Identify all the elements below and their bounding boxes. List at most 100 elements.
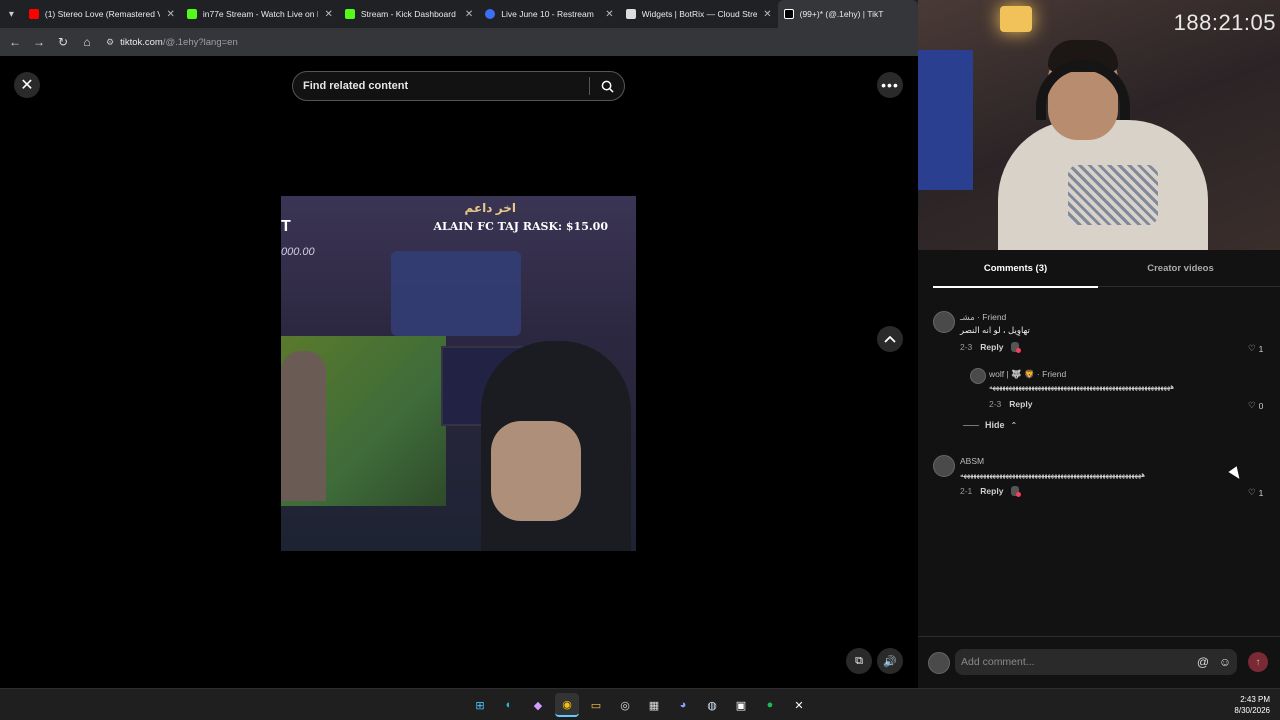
search-icon[interactable] <box>590 80 624 93</box>
discord-icon[interactable]: ◕ <box>671 693 695 717</box>
browser-tab-restream[interactable]: Live June 10 - Restream ✕ <box>479 0 619 28</box>
like-count[interactable]: ♡ 0 <box>1248 400 1263 411</box>
comment-date: 2-3 <box>960 342 973 352</box>
related-search-box[interactable]: Find related content <box>292 71 625 101</box>
mention-icon[interactable]: @ <box>1195 654 1211 670</box>
webcam-overlay: 188:21:05 <box>918 0 1280 250</box>
like-number: 1 <box>1258 487 1264 498</box>
comment-composer: Add comment... @ ☺ ↑ <box>918 636 1280 688</box>
tab-creator-videos[interactable]: Creator videos <box>1098 250 1263 287</box>
mini-player-button[interactable]: ⧉ <box>846 648 872 674</box>
reply-button[interactable]: Reply <box>1009 399 1032 409</box>
like-number: 1 <box>1258 343 1264 354</box>
previous-video-button[interactable] <box>877 326 903 352</box>
capcut-x-icon[interactable]: ✕ <box>787 693 811 717</box>
browser-tab-tiktok[interactable]: (99+)* (@.1ehy) | TikT <box>777 0 918 28</box>
tab-close-icon[interactable]: ✕ <box>465 9 473 20</box>
emoji-icon[interactable]: ☺ <box>1217 654 1233 670</box>
webcam-lamp <box>1000 6 1032 32</box>
system-clock[interactable]: 2:43 PM 8/30/2026 <box>1234 694 1270 716</box>
reply-button[interactable]: Reply <box>980 486 1003 496</box>
avatar <box>928 652 950 674</box>
comment-text: هههههههههههههههههههههههههههههههههههههههه… <box>989 384 1174 391</box>
video-jersey <box>391 251 521 336</box>
tab-title: (1) Stereo Love (Remastered Ve <box>44 9 161 19</box>
like-count[interactable]: ♡ 1 <box>1248 487 1263 498</box>
hide-replies-button[interactable]: Hide ⌃ <box>963 420 1017 430</box>
search-input[interactable]: Find related content <box>303 80 589 92</box>
tab-close-icon[interactable]: ✕ <box>324 9 332 20</box>
more-options-button[interactable]: ••• <box>877 72 903 98</box>
apps-icon[interactable]: ◆ <box>526 693 550 717</box>
site-info-icon[interactable]: ⚙ <box>106 37 114 48</box>
video-person-left <box>281 351 326 501</box>
spotify-icon[interactable]: ● <box>758 693 782 717</box>
forward-arrow-icon[interactable]: → <box>30 33 48 51</box>
home-icon[interactable]: ⌂ <box>78 33 96 51</box>
volume-button[interactable]: 🔊 <box>877 648 903 674</box>
speaker-icon: 🔊 <box>883 655 897 668</box>
browser-tab-strip: ▾ (1) Stereo Love (Remastered Ve ✕ in77e… <box>0 0 918 28</box>
browser-tab-kick-dashboard[interactable]: Stream - Kick Dashboard ✕ <box>339 0 479 28</box>
avatar[interactable] <box>970 368 986 384</box>
restream-favicon-icon <box>485 9 496 19</box>
heart-icon: ♡ <box>1248 400 1256 410</box>
tab-close-icon[interactable]: ✕ <box>763 9 771 20</box>
stream-timer: 188:21:05 <box>1173 10 1276 35</box>
tab-search-chevron-icon[interactable]: ▾ <box>0 0 23 28</box>
tab-close-icon[interactable]: ✕ <box>166 9 174 20</box>
post-comment-button[interactable]: ↑ <box>1248 652 1268 672</box>
video-player[interactable]: اخر داعم ALAIN FC TAJ RASK: $15.00 T 000… <box>281 56 636 688</box>
address-bar-row: ← → ↻ ⌂ ⚙ tiktok.com/@.1ehy?lang=en <box>0 28 918 56</box>
browser-tab-kick-stream[interactable]: in77e Stream - Watch Live on K ✕ <box>181 0 339 28</box>
close-icon: ✕ <box>20 77 34 94</box>
windows-start-icon[interactable]: ⊞ <box>468 693 492 717</box>
arrow-up-icon: ↑ <box>1255 656 1261 668</box>
like-number: 0 <box>1258 400 1264 411</box>
video-left-amount: 000.00 <box>281 246 315 258</box>
url-field[interactable]: ⚙ tiktok.com/@.1ehy?lang=en <box>106 31 886 53</box>
close-video-button[interactable]: ✕ <box>14 72 40 98</box>
browser-tab-youtube[interactable]: (1) Stereo Love (Remastered Ve ✕ <box>23 0 181 28</box>
mouse-cursor-icon <box>1228 466 1244 482</box>
obs-icon[interactable]: ◎ <box>613 693 637 717</box>
chrome-icon[interactable]: ◉ <box>555 693 579 717</box>
tab-comments[interactable]: Comments (3) <box>933 250 1098 288</box>
comment-author[interactable]: ABSM <box>960 456 984 466</box>
comment-meta: 2-3 Reply <box>989 399 1032 409</box>
mini-player-icon: ⧉ <box>855 654 863 667</box>
store-icon[interactable]: ▦ <box>642 693 666 717</box>
hide-label: Hide <box>985 420 1005 430</box>
avatar[interactable] <box>933 311 955 333</box>
tab-close-icon[interactable]: ✕ <box>605 9 613 20</box>
comment-date: 2-3 <box>989 399 1002 409</box>
edge-icon[interactable]: ◐ <box>497 693 521 717</box>
comment-text: هههههههههههههههههههههههههههههههههههههههه… <box>960 472 1145 479</box>
webcam-sweater-pattern <box>1068 165 1158 225</box>
tab-title: (99+)* (@.1ehy) | TikT <box>799 9 884 19</box>
heart-icon: ♡ <box>1248 343 1256 353</box>
reply-button[interactable]: Reply <box>980 342 1003 352</box>
like-count[interactable]: ♡ 1 <box>1248 343 1263 354</box>
tiktok-favicon-icon <box>783 9 794 19</box>
video-frame[interactable]: اخر داعم ALAIN FC TAJ RASK: $15.00 T 000… <box>281 196 636 551</box>
video-left-letter: T <box>281 218 291 235</box>
reaction-icon[interactable] <box>1011 486 1022 497</box>
video-hands <box>491 421 581 521</box>
comment-author[interactable]: مشـ · Friend <box>960 312 1006 323</box>
tab-title: Live June 10 - Restream <box>501 9 594 19</box>
botrix-favicon-icon <box>625 9 636 19</box>
comment-author[interactable]: wolf | 🐺 🦁 · Friend <box>989 369 1066 380</box>
kick-favicon-icon <box>186 9 197 19</box>
browser-tab-botrix[interactable]: Widgets | BotRix — Cloud Strea ✕ <box>620 0 778 28</box>
steam-icon[interactable]: ◍ <box>700 693 724 717</box>
comment-meta: 2-3 Reply <box>960 342 1022 353</box>
chevron-up-icon: ⌃ <box>1010 420 1018 430</box>
file-explorer-icon[interactable]: ▭ <box>584 693 608 717</box>
reaction-icon[interactable] <box>1011 342 1022 353</box>
reload-icon[interactable]: ↻ <box>54 33 72 51</box>
capcut-icon[interactable]: ▣ <box>729 693 753 717</box>
add-comment-input[interactable]: Add comment... @ ☺ <box>955 649 1237 675</box>
avatar[interactable] <box>933 455 955 477</box>
back-arrow-icon[interactable]: ← <box>6 33 24 51</box>
